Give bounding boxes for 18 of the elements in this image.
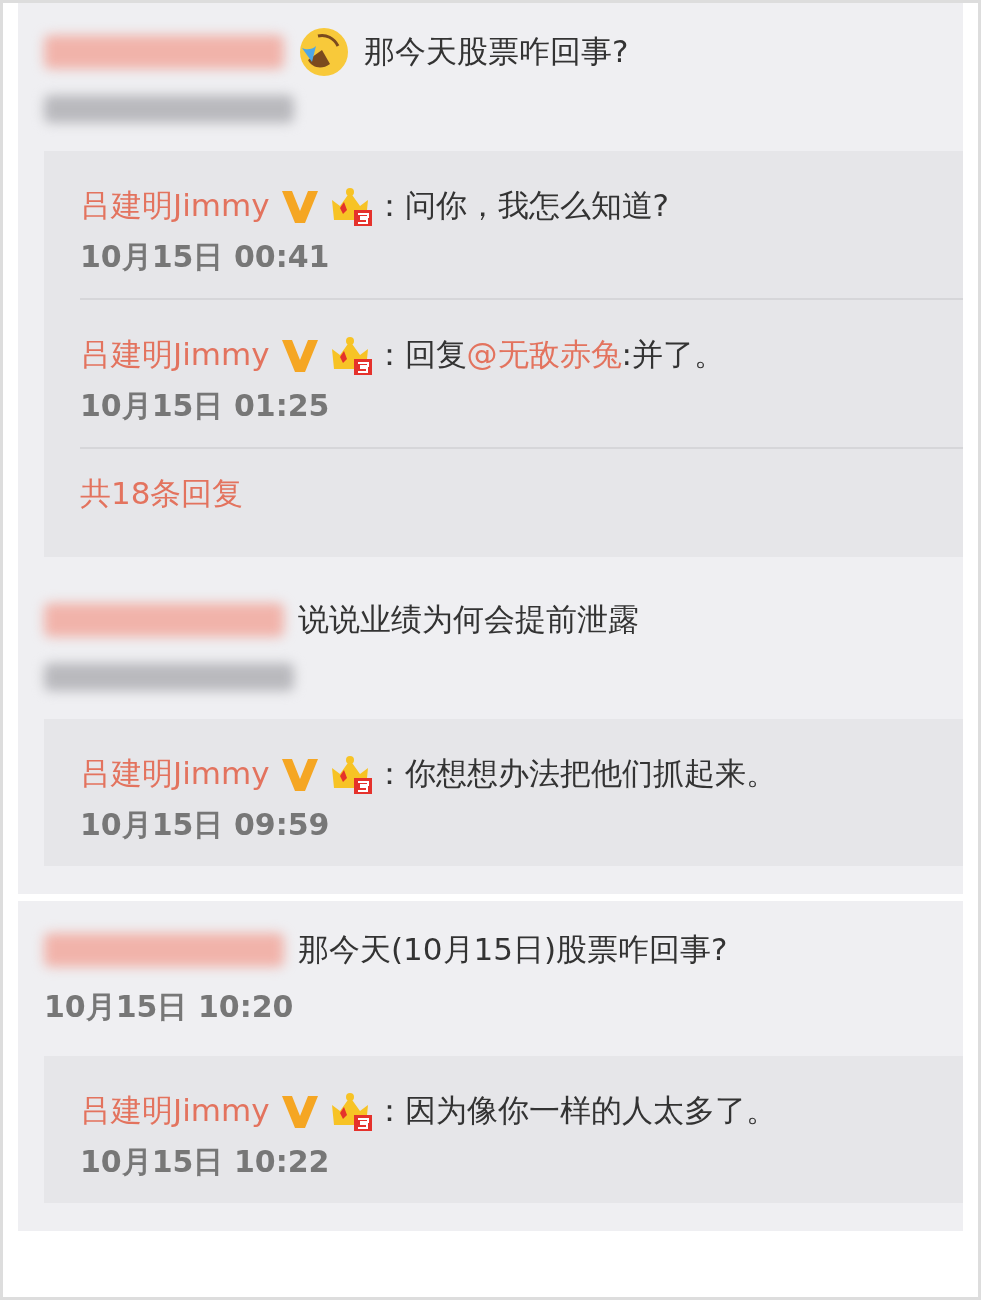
reply-text: ：回复@无敌赤兔:并了。 [373, 335, 725, 374]
reply-time: 10月15日 00:41 [80, 239, 330, 274]
reply-author[interactable]: 吕建明Jimmy [80, 753, 270, 795]
reply-author[interactable]: 吕建明Jimmy [80, 185, 270, 227]
reply-time: 10月15日 01:25 [80, 388, 330, 423]
reply-time: 10月15日 10:22 [80, 1144, 330, 1179]
comment-text: 那今天(10月15日)股票咋回事? [298, 930, 728, 969]
comment-text: 说说业绩为何会提前泄露 [298, 600, 639, 639]
comment-text: 那今天股票咋回事? [364, 32, 629, 71]
reply-author[interactable]: 吕建明Jimmy [80, 334, 270, 376]
comment-time: 10月15日 10:20 [44, 988, 294, 1026]
more-replies-link[interactable]: 共18条回复 [80, 449, 244, 557]
reply-text: ：因为像你一样的人太多了。 [373, 1091, 777, 1130]
reply-author[interactable]: 吕建明Jimmy [80, 1090, 270, 1132]
reply-text: ：你想想办法把他们抓起来。 [373, 754, 777, 793]
reply-time: 10月15日 09:59 [80, 807, 330, 842]
mention-link[interactable]: @无敌赤兔 [466, 336, 622, 372]
reply-text: ：问你，我怎么知道? [373, 186, 669, 225]
